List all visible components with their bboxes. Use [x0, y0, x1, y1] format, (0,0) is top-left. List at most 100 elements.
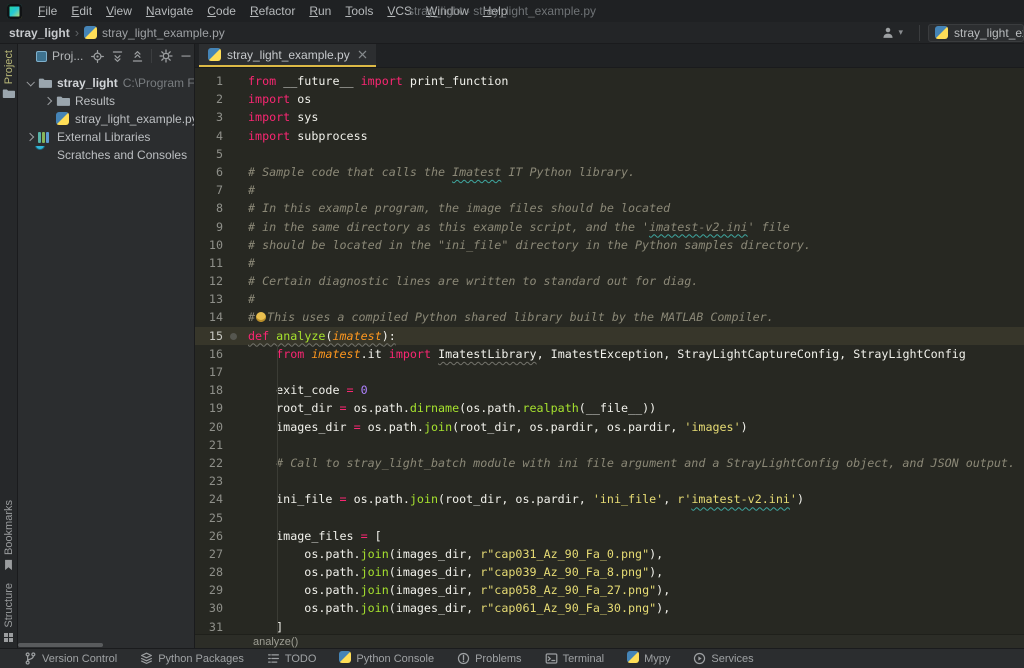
tree-item-scratches-and-consoles[interactable]: Scratches and Consoles	[18, 146, 194, 164]
menu-file[interactable]: File	[31, 4, 64, 18]
code-line-24[interactable]: 24 ini_file = os.path.join(root_dir, os.…	[195, 490, 1024, 508]
code-line-5[interactable]: 5	[195, 145, 1024, 163]
run-configuration-selector[interactable]: stray_light_example	[928, 24, 1024, 42]
line-number[interactable]: 5	[199, 145, 223, 163]
line-number[interactable]: 21	[199, 436, 223, 454]
code-line-16[interactable]: 16 from imatest.it import ImatestLibrary…	[195, 345, 1024, 363]
line-number[interactable]: 12	[199, 272, 223, 290]
line-number[interactable]: 29	[199, 581, 223, 599]
menu-tools[interactable]: Tools	[338, 4, 380, 18]
line-number[interactable]: 30	[199, 599, 223, 617]
horizontal-scrollbar[interactable]	[18, 643, 103, 647]
code-line-4[interactable]: 4import subprocess	[195, 127, 1024, 145]
code-line-14[interactable]: 14#This uses a compiled Python shared li…	[195, 308, 1024, 326]
code-line-6[interactable]: 6# Sample code that calls the Imatest IT…	[195, 163, 1024, 181]
code-line-28[interactable]: 28 os.path.join(images_dir, r"cap039_Az_…	[195, 563, 1024, 581]
status-version-control[interactable]: Version Control	[24, 652, 117, 665]
tree-item-results[interactable]: Results	[18, 92, 194, 110]
pycharm-logo-icon[interactable]	[7, 4, 22, 19]
status-terminal[interactable]: Terminal	[545, 652, 605, 665]
expand-all-icon[interactable]	[111, 50, 124, 63]
line-number[interactable]: 18	[199, 381, 223, 399]
code-line-11[interactable]: 11#	[195, 254, 1024, 272]
code-line-15[interactable]: 15def analyze(imatest):	[195, 327, 1024, 345]
tool-stripe-structure[interactable]: Structure	[3, 577, 15, 648]
code-line-31[interactable]: 31 ]	[195, 618, 1024, 634]
line-number[interactable]: 1	[199, 72, 223, 90]
tree-item-stray-light[interactable]: stray_lightC:\Program Files\Im...	[18, 74, 194, 92]
menu-navigate[interactable]: Navigate	[139, 4, 200, 18]
code-line-8[interactable]: 8# In this example program, the image fi…	[195, 199, 1024, 217]
code-line-9[interactable]: 9# in the same directory as this example…	[195, 218, 1024, 236]
chevron-down-icon[interactable]	[26, 78, 34, 86]
code-line-10[interactable]: 10# should be located in the "ini_file" …	[195, 236, 1024, 254]
breadcrumb-project[interactable]: stray_light	[9, 26, 70, 40]
collapse-all-icon[interactable]	[131, 50, 144, 63]
tree-item-stray-light-example-py[interactable]: stray_light_example.py	[18, 110, 194, 128]
status-services[interactable]: Services	[693, 652, 753, 665]
line-number[interactable]: 3	[199, 108, 223, 126]
line-number[interactable]: 15	[199, 327, 223, 345]
line-number[interactable]: 22	[199, 454, 223, 472]
line-number[interactable]: 20	[199, 418, 223, 436]
tool-stripe-project[interactable]: Project	[2, 44, 15, 105]
line-number[interactable]: 17	[199, 363, 223, 381]
line-number[interactable]: 24	[199, 490, 223, 508]
line-number[interactable]: 14	[199, 308, 223, 326]
code-line-3[interactable]: 3import sys	[195, 108, 1024, 126]
code-line-19[interactable]: 19 root_dir = os.path.dirname(os.path.re…	[195, 399, 1024, 417]
settings-gear-icon[interactable]	[159, 49, 173, 63]
line-number[interactable]: 23	[199, 472, 223, 490]
breadcrumb-scope[interactable]: analyze()	[253, 636, 298, 648]
line-number[interactable]: 16	[199, 345, 223, 363]
line-number[interactable]: 6	[199, 163, 223, 181]
line-number[interactable]: 7	[199, 181, 223, 199]
code-line-13[interactable]: 13#	[195, 290, 1024, 308]
code-line-7[interactable]: 7#	[195, 181, 1024, 199]
menu-view[interactable]: View	[99, 4, 139, 18]
line-number[interactable]: 26	[199, 527, 223, 545]
tool-stripe-bookmarks[interactable]: Bookmarks	[3, 494, 15, 577]
chevron-right-icon[interactable]	[44, 97, 52, 105]
line-number[interactable]: 11	[199, 254, 223, 272]
status-todo[interactable]: TODO	[267, 652, 317, 665]
status-python-packages[interactable]: Python Packages	[140, 652, 244, 665]
code-line-2[interactable]: 2import os	[195, 90, 1024, 108]
status-python-console[interactable]: Python Console	[339, 650, 434, 668]
code-line-1[interactable]: 1from __future__ import print_function	[195, 72, 1024, 90]
locate-target-icon[interactable]	[91, 50, 104, 63]
code-line-20[interactable]: 20 images_dir = os.path.join(root_dir, o…	[195, 418, 1024, 436]
code-line-12[interactable]: 12# Certain diagnostic lines are written…	[195, 272, 1024, 290]
line-number[interactable]: 13	[199, 290, 223, 308]
line-number[interactable]: 25	[199, 509, 223, 527]
line-number[interactable]: 27	[199, 545, 223, 563]
code-line-23[interactable]: 23	[195, 472, 1024, 490]
status-mypy[interactable]: Mypy	[627, 650, 670, 668]
code-line-18[interactable]: 18 exit_code = 0	[195, 381, 1024, 399]
code-line-30[interactable]: 30 os.path.join(images_dir, r"cap061_Az_…	[195, 599, 1024, 617]
status-problems[interactable]: Problems	[457, 652, 521, 665]
line-number[interactable]: 9	[199, 218, 223, 236]
chevron-right-icon[interactable]	[26, 133, 34, 141]
menu-refactor[interactable]: Refactor	[243, 4, 302, 18]
intention-bulb-icon[interactable]	[256, 312, 266, 322]
hide-panel-icon[interactable]	[180, 50, 192, 62]
menu-code[interactable]: Code	[200, 4, 243, 18]
user-account-button[interactable]: ▾	[873, 26, 911, 40]
code-line-17[interactable]: 17	[195, 363, 1024, 381]
line-number[interactable]: 28	[199, 563, 223, 581]
code-line-21[interactable]: 21	[195, 436, 1024, 454]
editor-tab-stray-light-example[interactable]: stray_light_example.py	[199, 44, 376, 67]
tree-item-external-libraries[interactable]: External Libraries	[18, 128, 194, 146]
code-area[interactable]: 1from __future__ import print_function2i…	[195, 68, 1024, 634]
line-number[interactable]: 2	[199, 90, 223, 108]
breadcrumb-file[interactable]: stray_light_example.py	[102, 26, 225, 40]
line-number[interactable]: 4	[199, 127, 223, 145]
code-line-27[interactable]: 27 os.path.join(images_dir, r"cap031_Az_…	[195, 545, 1024, 563]
code-line-25[interactable]: 25	[195, 509, 1024, 527]
code-line-22[interactable]: 22 # Call to stray_light_batch module wi…	[195, 454, 1024, 472]
line-number[interactable]: 31	[199, 618, 223, 634]
menu-edit[interactable]: Edit	[64, 4, 99, 18]
close-icon[interactable]	[358, 50, 367, 59]
line-number[interactable]: 8	[199, 199, 223, 217]
